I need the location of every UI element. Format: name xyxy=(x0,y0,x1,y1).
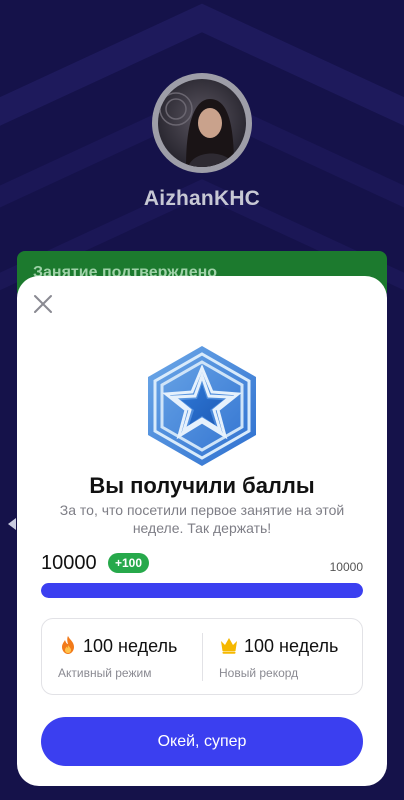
stats-divider xyxy=(202,633,203,681)
avatar[interactable] xyxy=(152,73,252,173)
stats-card: 100 недель Активный режим 100 недель Нов… xyxy=(41,618,363,695)
stat-record-value: 100 недель xyxy=(244,636,339,656)
stat-active-value: 100 недель xyxy=(83,636,178,656)
username: AizhanKHC xyxy=(143,187,261,210)
points-progress-bar xyxy=(41,583,363,598)
stat-active-label: Активный режим xyxy=(58,666,152,680)
points-progress-fill xyxy=(41,583,363,598)
dialog-subtitle: За то, что посетили первое занятие на эт… xyxy=(59,502,345,536)
close-button[interactable] xyxy=(31,292,55,316)
ok-button[interactable]: Окей, супер xyxy=(41,717,363,766)
points-target: 10000 xyxy=(329,560,363,574)
fire-icon xyxy=(62,636,74,654)
crown-icon xyxy=(221,638,237,654)
dialog-title: Вы получили баллы xyxy=(89,473,315,498)
star-badge-icon xyxy=(142,344,262,468)
points-dialog: Вы получили баллы За то, что посетили пе… xyxy=(17,276,387,786)
avatar-photo xyxy=(158,79,246,167)
points-value: 10000 xyxy=(41,552,97,574)
points-delta-badge: +100 xyxy=(108,553,150,573)
close-icon xyxy=(34,295,52,313)
stat-record-label: Новый рекорд xyxy=(219,666,299,680)
